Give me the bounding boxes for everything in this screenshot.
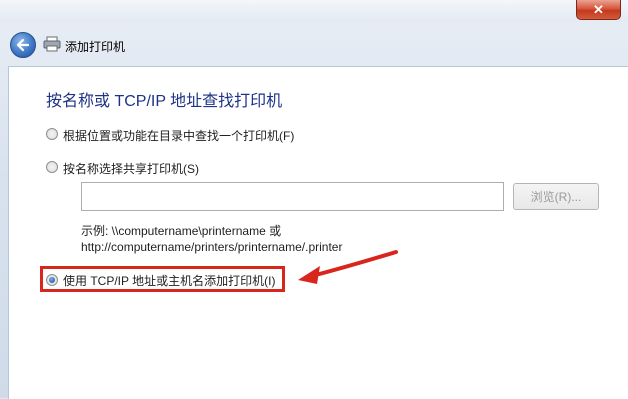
radio-select-shared-printer[interactable] (46, 161, 58, 173)
shared-printer-input[interactable] (81, 182, 504, 211)
window-title: 添加打印机 (65, 40, 126, 54)
option-label-find-in-directory[interactable]: 根据位置或功能在目录中查找一个打印机(F) (63, 127, 294, 144)
option-label-add-by-tcpip[interactable]: 使用 TCP/IP 地址或主机名添加打印机(I) (63, 272, 275, 289)
close-button[interactable]: ✕ (576, 0, 621, 20)
back-arrow-icon (16, 38, 30, 52)
annotation-arrow-icon (298, 250, 398, 284)
back-button[interactable] (10, 32, 36, 58)
printer-icon (43, 36, 61, 52)
close-icon: ✕ (593, 1, 604, 17)
page-heading: 按名称或 TCP/IP 地址查找打印机 (46, 93, 283, 110)
radio-add-by-tcpip[interactable] (46, 274, 58, 286)
example-line-1: 示例: \\computername\printername 或 (81, 224, 282, 238)
option-label-select-shared-printer[interactable]: 按名称选择共享打印机(S) (63, 160, 199, 177)
browse-button[interactable]: 浏览(R)... (513, 183, 599, 210)
radio-find-in-directory[interactable] (46, 128, 58, 140)
title-bar (0, 0, 628, 22)
